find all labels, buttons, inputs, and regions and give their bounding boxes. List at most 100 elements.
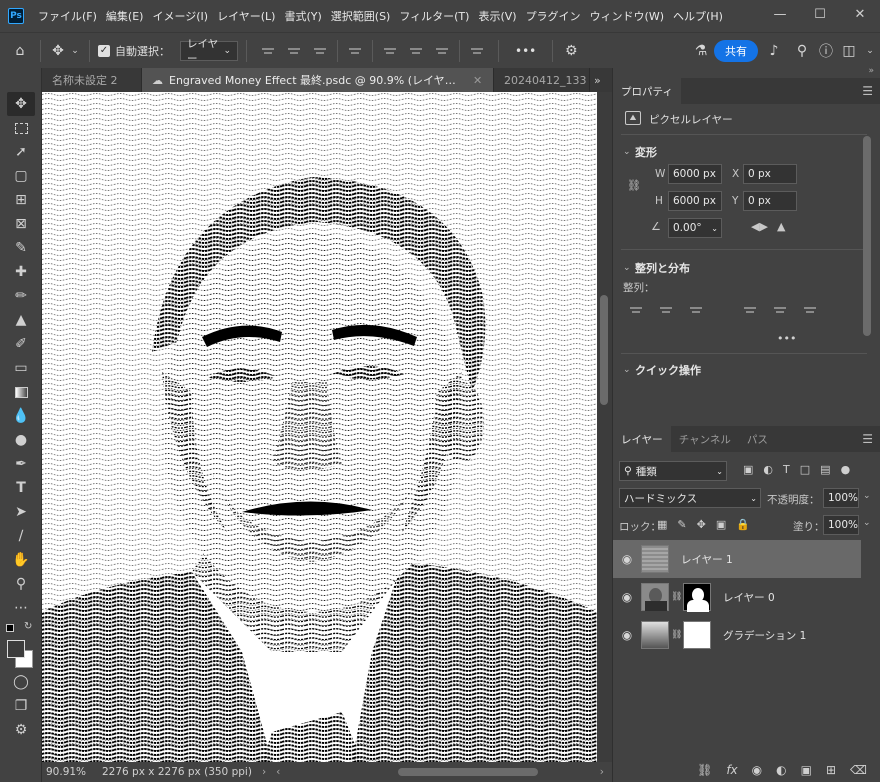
angle-field[interactable]: 0.00° ⌄ xyxy=(668,218,722,238)
content-aware-icon[interactable]: ⚙ xyxy=(7,718,35,742)
hand-tool-icon[interactable]: ✋ xyxy=(7,548,35,572)
align-bottom-icon[interactable] xyxy=(803,304,817,316)
flip-horizontal-icon[interactable]: ◀▶ xyxy=(751,220,768,233)
menu-window[interactable]: ウィンドウ(W) xyxy=(590,8,664,24)
default-colors-icon[interactable] xyxy=(6,624,14,632)
scroll-right-icon[interactable]: › xyxy=(600,766,604,778)
bell-icon[interactable]: ♪ xyxy=(758,43,790,59)
distribute-vertical-icon[interactable] xyxy=(470,45,484,57)
add-mask-icon[interactable]: ◉ xyxy=(752,763,762,777)
folder-icon[interactable]: ▣ xyxy=(801,763,812,777)
stamp-tool-icon[interactable]: ▲ xyxy=(7,308,35,332)
menu-edit[interactable]: 編集(E) xyxy=(106,8,144,24)
menu-layer[interactable]: レイヤー(L) xyxy=(217,8,275,24)
chevron-down-icon[interactable]: ⌄ xyxy=(623,147,631,157)
align-left-icon[interactable] xyxy=(261,45,275,57)
auto-select-checkbox[interactable]: ✓ xyxy=(98,44,110,57)
document-canvas[interactable] xyxy=(42,92,597,762)
line-tool-icon[interactable]: ∕ xyxy=(7,524,35,548)
blend-mode-dropdown[interactable]: ハードミックス ⌄ xyxy=(619,488,761,508)
visibility-eye-icon[interactable]: ◉ xyxy=(613,552,641,566)
menu-file[interactable]: ファイル(F) xyxy=(38,8,97,24)
foreground-color-swatch[interactable] xyxy=(7,640,25,658)
lock-transparency-icon[interactable]: ▦ xyxy=(657,518,667,531)
filter-pixel-icon[interactable]: ▣ xyxy=(743,463,753,476)
link-layers-icon[interactable]: ⛓ xyxy=(697,763,712,777)
marquee-tool-icon[interactable] xyxy=(7,116,35,140)
menu-filter[interactable]: フィルター(T) xyxy=(399,8,469,24)
gear-icon[interactable]: ⚙ xyxy=(561,43,581,59)
align-center-icon[interactable] xyxy=(659,304,673,316)
align-middle-icon[interactable] xyxy=(773,304,787,316)
align-top-icon[interactable] xyxy=(383,45,397,57)
filter-type-icon[interactable]: T xyxy=(783,463,790,476)
lock-position-icon[interactable]: ✥ xyxy=(697,518,706,531)
align-middle-icon[interactable] xyxy=(409,45,423,57)
maximize-icon[interactable]: ☐ xyxy=(800,0,840,28)
layer-row-layer-0[interactable]: ◉ ⛓ レイヤー 0 xyxy=(613,578,861,616)
link-icon[interactable]: ⛓ xyxy=(627,179,641,192)
object-select-tool-icon[interactable]: ▢ xyxy=(7,164,35,188)
layer-filter-dropdown[interactable]: ⚲ 種類 ⌄ xyxy=(619,461,727,481)
healing-brush-tool-icon[interactable]: ✚ xyxy=(7,260,35,284)
tab-20240412[interactable]: 20240412_133 xyxy=(494,68,590,92)
fill-field[interactable]: 100% xyxy=(823,515,859,535)
align-right-icon[interactable] xyxy=(313,45,327,57)
panel-menu-icon[interactable]: ☰ xyxy=(862,84,873,98)
x-field[interactable]: 0 px xyxy=(743,164,797,184)
menu-view[interactable]: 表示(V) xyxy=(478,8,516,24)
history-brush-tool-icon[interactable]: ✐ xyxy=(7,332,35,356)
menu-help[interactable]: ヘルプ(H) xyxy=(673,8,723,24)
height-field[interactable]: 6000 px xyxy=(668,191,722,211)
filter-adjustment-icon[interactable]: ◐ xyxy=(763,463,773,476)
filter-shape-icon[interactable]: □ xyxy=(800,463,810,476)
align-top-icon[interactable] xyxy=(743,304,757,316)
crop-tool-icon[interactable]: ⊞ xyxy=(7,188,35,212)
brush-tool-icon[interactable]: ✏ xyxy=(7,284,35,308)
panel-menu-icon[interactable]: ☰ xyxy=(862,432,873,446)
move-tool-icon[interactable]: ✥ xyxy=(7,92,35,116)
y-field[interactable]: 0 px xyxy=(743,191,797,211)
move-tool-icon[interactable]: ✥ xyxy=(47,43,69,59)
chevron-down-icon[interactable]: ⌄ xyxy=(863,518,871,528)
align-left-icon[interactable] xyxy=(629,304,643,316)
more-tools-icon[interactable]: ⋯ xyxy=(7,596,35,620)
trash-icon[interactable]: ⌫ xyxy=(850,763,867,777)
align-center-icon[interactable] xyxy=(287,45,301,57)
adjustment-layer-icon[interactable]: ◐ xyxy=(776,763,786,777)
more-align-button[interactable]: ••• xyxy=(777,332,796,345)
visibility-eye-icon[interactable]: ◉ xyxy=(613,590,641,604)
chevron-down-icon[interactable]: ⌄ xyxy=(623,365,631,375)
layer-mask-thumbnail[interactable] xyxy=(683,621,711,649)
flask-icon[interactable]: ⚗ xyxy=(688,43,714,59)
menu-type[interactable]: 書式(Y) xyxy=(284,8,321,24)
filter-toggle-icon[interactable]: ● xyxy=(841,463,851,476)
tab-layers[interactable]: レイヤー xyxy=(613,426,671,452)
layer-mask-thumbnail[interactable] xyxy=(683,583,711,612)
blur-tool-icon[interactable]: 💧 xyxy=(7,404,35,428)
flip-vertical-icon[interactable]: ▲ xyxy=(777,220,785,233)
type-tool-icon[interactable]: T xyxy=(7,476,35,500)
filter-smart-object-icon[interactable]: ▤ xyxy=(820,463,830,476)
canvas-scroll-thumb[interactable] xyxy=(600,295,608,405)
zoom-level[interactable]: 90.91% xyxy=(46,766,102,778)
link-icon[interactable]: ⛓ xyxy=(671,630,682,640)
chevron-right-icon[interactable]: › xyxy=(262,766,266,778)
chevron-down-icon[interactable]: ⌄ xyxy=(863,491,871,501)
chevron-down-icon[interactable]: ⌄ xyxy=(623,263,631,273)
frame-tool-icon[interactable]: ⊠ xyxy=(7,212,35,236)
lasso-tool-icon[interactable]: ➚ xyxy=(7,140,35,164)
tab-channels[interactable]: チャンネル xyxy=(671,426,739,452)
new-layer-icon[interactable]: ⊞ xyxy=(826,763,836,777)
close-icon[interactable]: ✕ xyxy=(473,74,482,87)
help-icon[interactable]: ⓘ xyxy=(814,41,838,61)
auto-select-target-dropdown[interactable]: レイヤー ⌄ xyxy=(180,38,238,65)
canvas-horizontal-scrollbar[interactable] xyxy=(398,768,539,776)
properties-scrollbar[interactable] xyxy=(863,136,871,336)
tabs-overflow-icon[interactable]: » xyxy=(590,68,612,92)
workspace-icon[interactable]: ◫ xyxy=(838,43,860,59)
layer-row-gradient-1[interactable]: ◉ ⛓ グラデーション 1 xyxy=(613,616,861,654)
eyedropper-tool-icon[interactable]: ✎ xyxy=(7,236,35,260)
dodge-tool-icon[interactable]: ● xyxy=(7,428,35,452)
lock-pixels-icon[interactable]: ✎ xyxy=(677,518,686,531)
